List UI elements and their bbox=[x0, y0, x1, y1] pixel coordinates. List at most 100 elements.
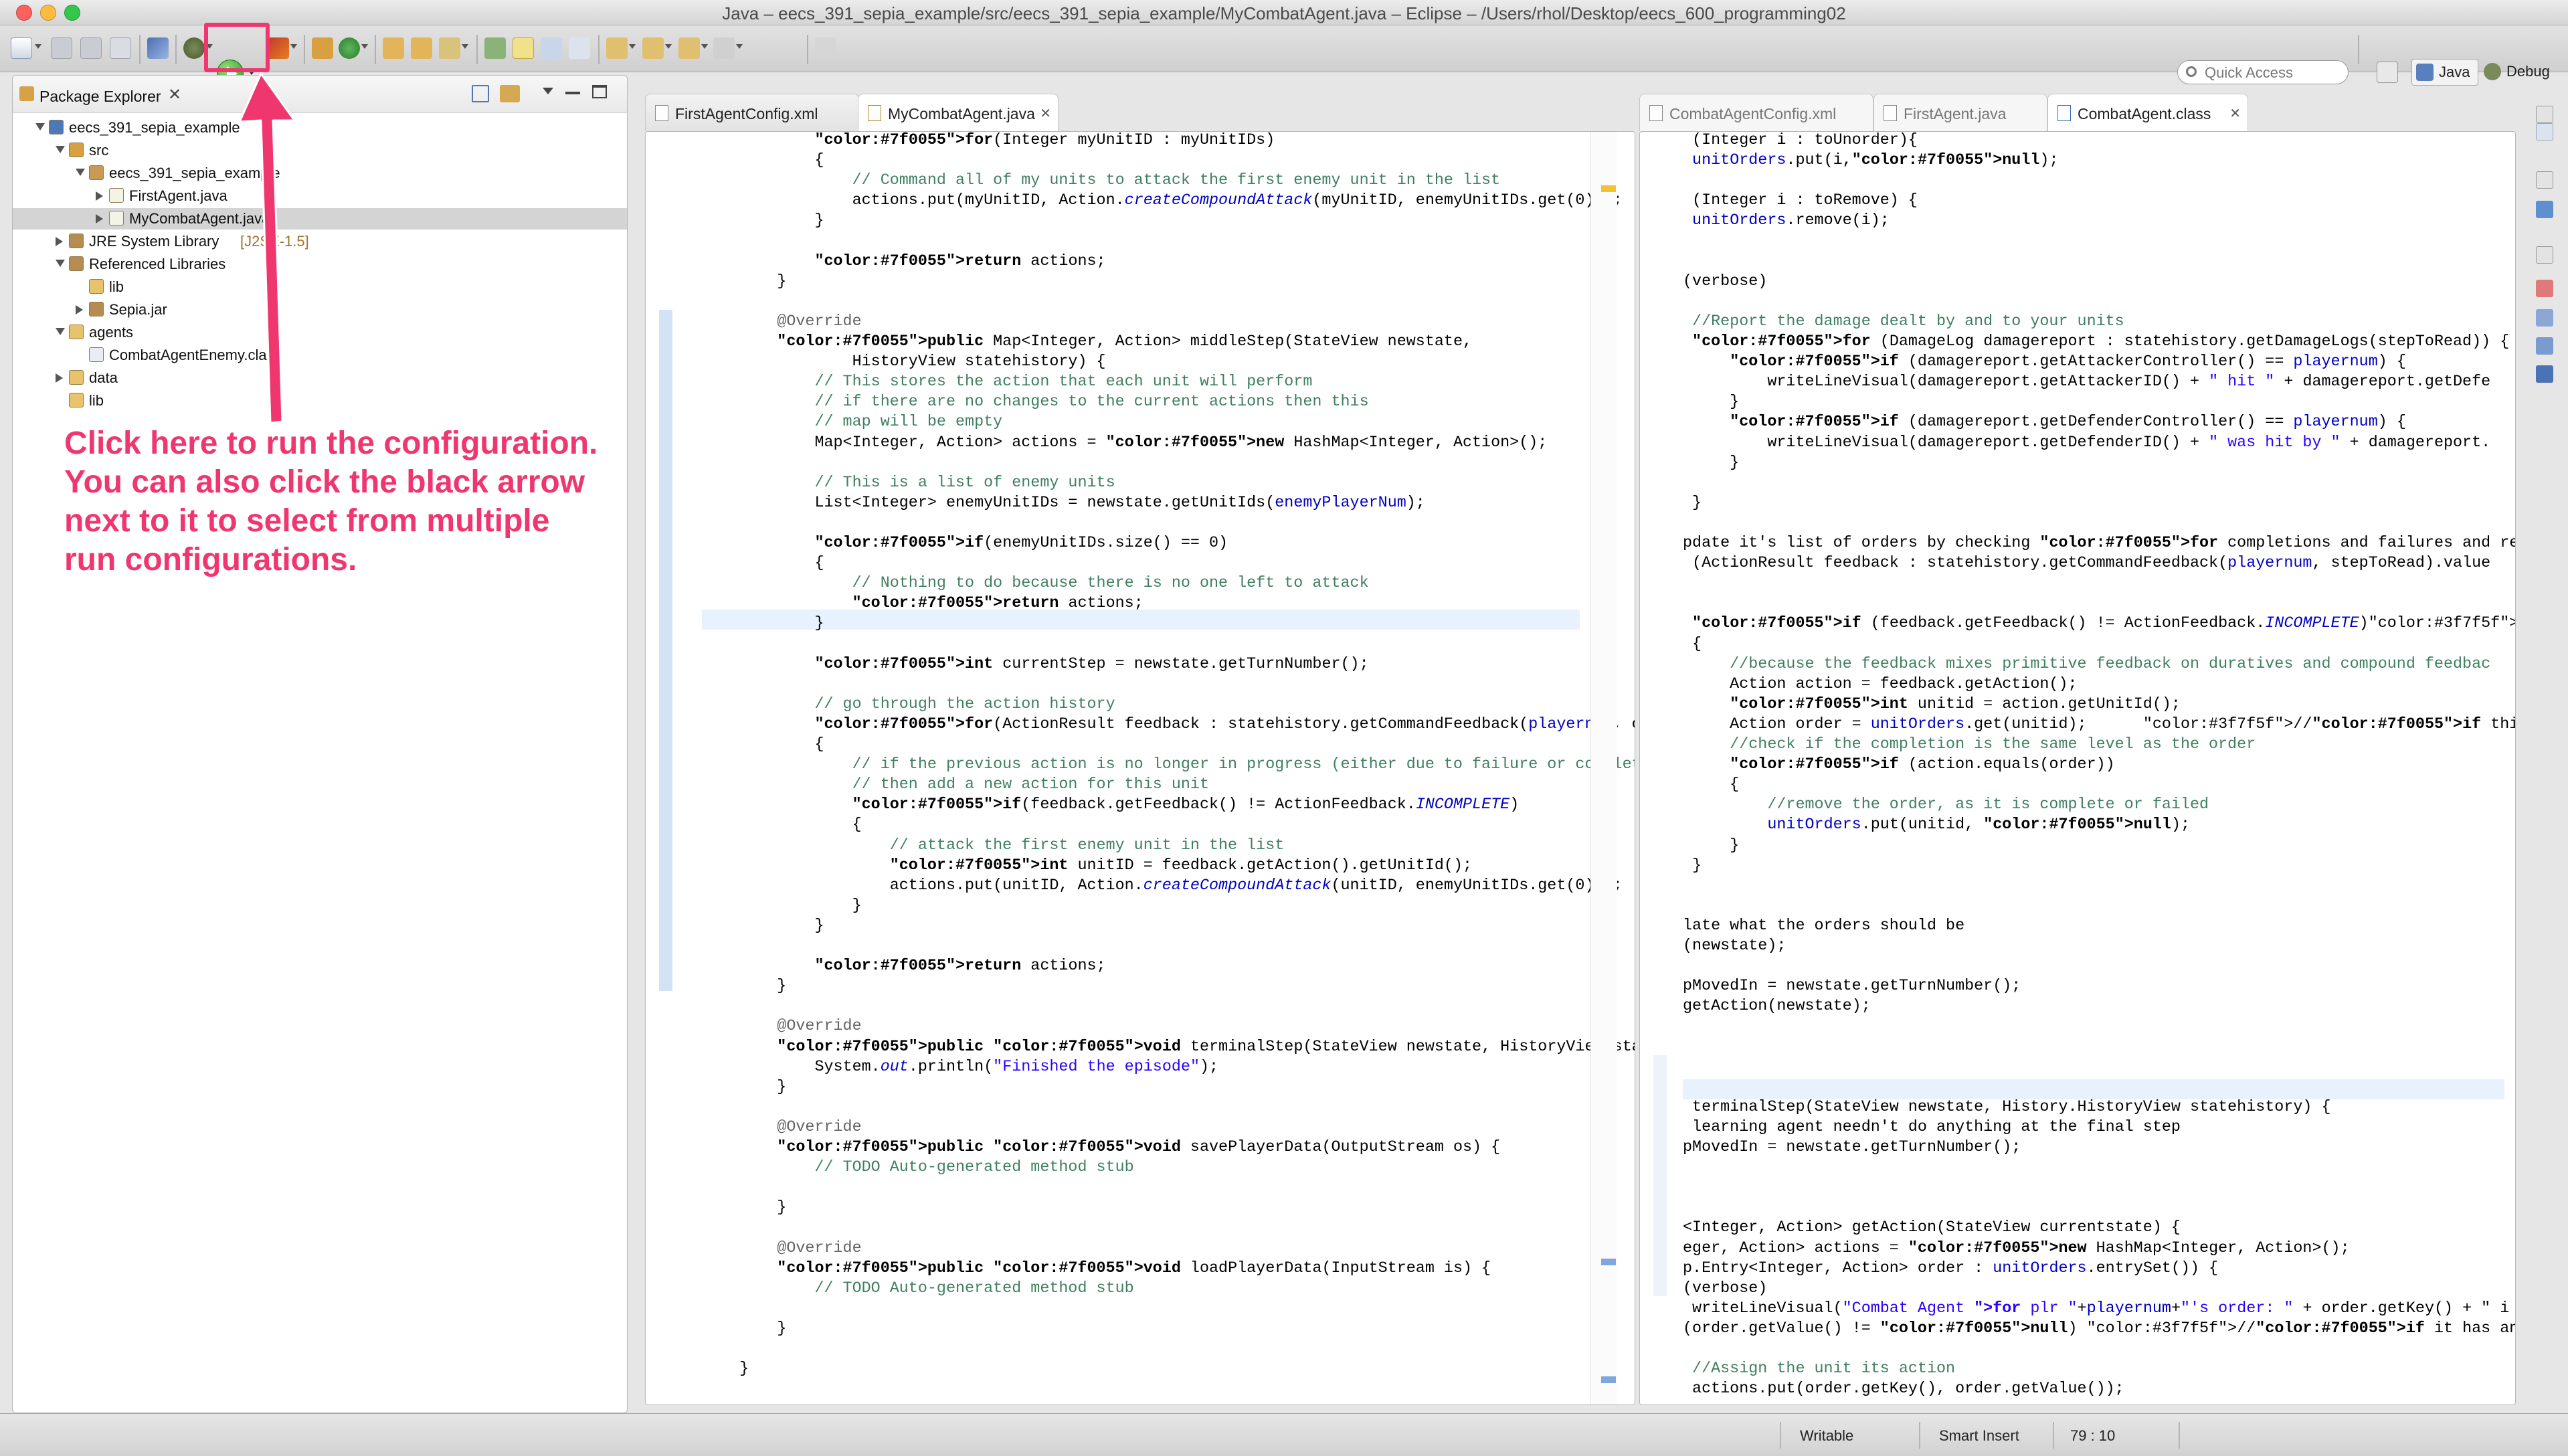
task-list-icon[interactable] bbox=[2536, 123, 2553, 141]
code-line: } bbox=[702, 917, 824, 935]
title-bar: Java – eecs_391_sepia_example/src/eecs_3… bbox=[0, 0, 2568, 25]
tree-item[interactable]: MyCombatAgent.java bbox=[13, 208, 627, 230]
project-icon bbox=[49, 120, 64, 134]
previous-annotation-icon[interactable] bbox=[642, 37, 664, 59]
save-all-icon[interactable] bbox=[80, 37, 102, 59]
tree-item[interactable]: Sepia.jar bbox=[13, 299, 627, 321]
save-icon[interactable] bbox=[51, 37, 72, 59]
next-annotation-icon[interactable] bbox=[606, 37, 628, 59]
close-icon[interactable]: ✕ bbox=[1040, 105, 1051, 122]
expanded-arrow-icon[interactable] bbox=[56, 328, 65, 335]
tree-item[interactable]: agents bbox=[13, 322, 627, 343]
close-icon[interactable]: ✕ bbox=[168, 85, 181, 104]
tree-item[interactable]: CombatAgentEnemy.class bbox=[13, 345, 627, 366]
code-line: // attack the first enemy unit in the li… bbox=[702, 836, 1285, 854]
show-whitespace-icon[interactable] bbox=[569, 37, 590, 59]
tree-item[interactable]: lib bbox=[13, 276, 627, 298]
left-code-editor[interactable]: "color:#7f0055">for(Integer myUnitID : m… bbox=[645, 131, 1635, 1405]
javadoc-icon[interactable] bbox=[2536, 309, 2553, 327]
tab-firstagent-java[interactable]: FirstAgent.java bbox=[1873, 94, 2047, 131]
code-area[interactable]: "color:#7f0055">for(Integer myUnitID : m… bbox=[702, 132, 1635, 1404]
restore-view-icon[interactable] bbox=[2536, 246, 2553, 264]
perspective-java[interactable]: Java bbox=[2411, 59, 2478, 86]
collapse-all-icon[interactable] bbox=[472, 85, 489, 102]
code-area[interactable]: (Integer i : toUnorder){ unitOrders.put(… bbox=[1683, 132, 2515, 1404]
link-with-editor-icon[interactable] bbox=[500, 85, 520, 102]
close-icon[interactable]: ✕ bbox=[2229, 105, 2241, 122]
open-folder-icon[interactable] bbox=[411, 37, 432, 59]
tree-item[interactable]: Referenced Libraries bbox=[13, 254, 627, 275]
status-bar: Writable Smart Insert 79 : 10 bbox=[0, 1413, 2568, 1456]
restore-view-icon[interactable] bbox=[2536, 171, 2553, 189]
new-icon[interactable] bbox=[11, 37, 32, 59]
open-perspective-icon[interactable] bbox=[2377, 62, 2398, 83]
collapsed-arrow-icon[interactable] bbox=[56, 373, 63, 383]
external-tools-icon[interactable] bbox=[268, 37, 289, 59]
toggle-highlight-icon[interactable] bbox=[513, 37, 534, 59]
toggle-mark-occurrences-icon[interactable] bbox=[484, 37, 506, 59]
code-line: unitOrders.put(i,"color:#7f0055">null); bbox=[1692, 152, 2059, 170]
tab-firstagentconfig-xml[interactable]: FirstAgentConfig.xml bbox=[645, 94, 859, 131]
library-icon bbox=[69, 234, 84, 248]
skip-breakpoints-icon[interactable] bbox=[147, 37, 169, 59]
forward-icon[interactable] bbox=[713, 37, 735, 59]
print-icon[interactable] bbox=[110, 37, 131, 59]
new-java-project-icon[interactable] bbox=[312, 37, 333, 59]
collapsed-arrow-icon[interactable] bbox=[96, 214, 103, 223]
search-tool-icon[interactable] bbox=[439, 37, 460, 59]
debug-icon[interactable] bbox=[183, 37, 205, 59]
tree-item[interactable]: lib bbox=[13, 390, 627, 412]
warning-marker-icon[interactable] bbox=[1601, 185, 1616, 192]
code-line: System.out.println("Finished the episode… bbox=[702, 1058, 1219, 1076]
code-line: } bbox=[702, 272, 787, 290]
declaration-icon[interactable] bbox=[2536, 337, 2553, 355]
collapsed-arrow-icon[interactable] bbox=[76, 305, 83, 314]
minimize-view-icon[interactable] bbox=[565, 92, 580, 94]
collapsed-arrow-icon[interactable] bbox=[56, 237, 63, 246]
source-folder-icon bbox=[69, 143, 84, 157]
maximize-view-icon[interactable] bbox=[592, 85, 607, 98]
tree-item[interactable]: eecs_391_sepia_example bbox=[13, 163, 627, 184]
annotation-line: run configurations. bbox=[64, 542, 357, 577]
insert-mode-status: Smart Insert bbox=[1939, 1427, 2019, 1444]
new-package-icon[interactable] bbox=[339, 37, 360, 59]
console-icon[interactable] bbox=[2536, 365, 2553, 383]
quick-access-field[interactable]: Quick Access bbox=[2177, 60, 2349, 84]
tab-mycombatagent-java[interactable]: MyCombatAgent.java ✕ bbox=[858, 94, 1059, 132]
tree-item-label: JRE System Library bbox=[89, 233, 219, 250]
problems-icon[interactable] bbox=[2536, 280, 2553, 297]
block-selection-icon[interactable] bbox=[541, 37, 562, 59]
tree-item[interactable]: data bbox=[13, 367, 627, 389]
tree-item-label: lib bbox=[109, 278, 124, 295]
tab-combatagent-class[interactable]: CombatAgent.class ✕ bbox=[2047, 94, 2248, 132]
tree-item[interactable]: eecs_391_sepia_example bbox=[13, 117, 627, 139]
right-code-editor[interactable]: (Integer i : toUnorder){ unitOrders.put(… bbox=[1639, 131, 2516, 1405]
expanded-arrow-icon[interactable] bbox=[76, 169, 85, 176]
quick-access-placeholder: Quick Access bbox=[2205, 64, 2294, 81]
tree-item[interactable]: JRE System Library[J2SE-1.5] bbox=[13, 231, 627, 252]
code-line: //because the feedback mixes primitive f… bbox=[1683, 655, 2491, 673]
folder-icon bbox=[89, 279, 104, 294]
tree-item[interactable]: FirstAgent.java bbox=[13, 185, 627, 207]
package-explorer-tab[interactable]: Package Explorer ✕ bbox=[13, 76, 627, 113]
task-marker-icon[interactable] bbox=[1601, 1376, 1616, 1383]
task-marker-icon[interactable] bbox=[1601, 1259, 1616, 1265]
expanded-arrow-icon[interactable] bbox=[56, 146, 65, 153]
view-menu-icon[interactable] bbox=[543, 88, 553, 94]
code-line: getAction(newstate); bbox=[1683, 998, 1871, 1016]
pin-editor-icon[interactable] bbox=[815, 37, 836, 59]
tree-item[interactable]: src bbox=[13, 140, 627, 161]
back-icon[interactable] bbox=[678, 37, 700, 59]
collapsed-arrow-icon[interactable] bbox=[96, 191, 103, 201]
outline-icon[interactable] bbox=[2536, 201, 2553, 218]
code-line: Action order = unitOrders.get(unitid); "… bbox=[1683, 715, 2515, 733]
code-line: { bbox=[1683, 776, 1740, 794]
package-icon bbox=[89, 165, 104, 180]
code-line: // map will be empty bbox=[702, 414, 1003, 432]
expanded-arrow-icon[interactable] bbox=[35, 123, 45, 130]
tab-combatagentconfig-xml[interactable]: CombatAgentConfig.xml bbox=[1639, 94, 1873, 131]
open-type-icon[interactable] bbox=[383, 37, 404, 59]
expanded-arrow-icon[interactable] bbox=[56, 260, 65, 267]
code-line: } bbox=[1683, 393, 1740, 412]
restore-view-icon[interactable] bbox=[2536, 106, 2553, 123]
